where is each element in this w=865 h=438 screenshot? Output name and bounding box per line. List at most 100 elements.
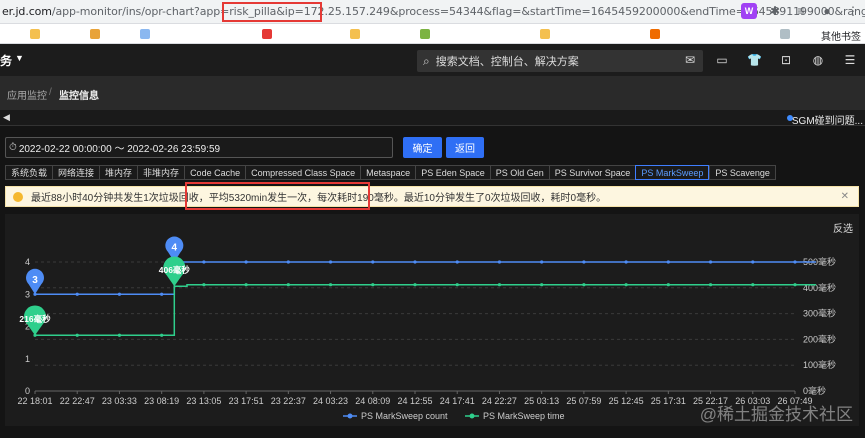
series-point: [202, 283, 206, 287]
tab-ps-marksweep[interactable]: PS MarkSweep: [635, 165, 710, 180]
extension-icon[interactable]: W: [741, 3, 757, 19]
bookmark-icon[interactable]: [650, 29, 660, 39]
series-point: [708, 283, 713, 287]
series-point: [793, 283, 797, 287]
tab-堆内存[interactable]: 堆内存: [99, 165, 138, 180]
confirm-button[interactable]: 确定: [403, 137, 442, 158]
tab-网络连接[interactable]: 网络连接: [52, 165, 100, 180]
main-content: ⏱ 2022-02-22 00:00:00 ～ 2022-02-26 23:59…: [0, 126, 865, 438]
series-point: [413, 283, 417, 287]
bookmark-icon[interactable]: [30, 29, 40, 39]
bookmarks-folder[interactable]: 其他书签: [821, 28, 861, 43]
series-point: [751, 260, 755, 264]
date-range-value: 2022-02-22 00:00:00 ～ 2022-02-26 23:59:5…: [18, 144, 221, 155]
shirt-icon[interactable]: 👕: [747, 53, 762, 67]
x-axis-tick-label: 22 22:47: [60, 396, 95, 406]
more-icon[interactable]: ⋮: [845, 3, 861, 19]
browser-url-bar[interactable]: er.jd.com/app-monitor/ins/opr-chart?app=…: [0, 0, 865, 24]
tab-code-cache[interactable]: Code Cache: [184, 165, 246, 180]
series-point: [455, 260, 459, 264]
search-input[interactable]: ⌕ 搜索文档、控制台、解决方案: [417, 50, 703, 72]
reverse-select-button[interactable]: 反选: [833, 220, 853, 235]
x-axis-tick-label: 24 03:23: [313, 396, 348, 406]
marker-label: 4: [172, 243, 178, 254]
alert-part-recent: 最近10分钟发生了0次垃圾回收，耗时0毫秒。: [403, 193, 607, 204]
bookmark-icon[interactable]: [262, 29, 272, 39]
breadcrumb-parent[interactable]: 应用监控: [7, 87, 47, 102]
notice-bar: ◀ SGM碰到问题...: [0, 110, 865, 127]
mail-icon[interactable]: ✉: [683, 53, 697, 67]
highlight-box-average: [185, 182, 370, 210]
marker-label: 406毫秒: [159, 265, 191, 275]
brand-title[interactable]: 务: [0, 52, 12, 69]
series-point: [666, 283, 670, 287]
x-axis-tick-label: 25 07:59: [566, 396, 601, 406]
series-point: [540, 283, 544, 287]
series-point: [244, 283, 248, 287]
url-text[interactable]: er.jd.com/app-monitor/ins/opr-chart?app=…: [0, 5, 865, 18]
gc-chart: 0毫秒100毫秒200毫秒300毫秒400毫秒500毫秒0123422 18:0…: [17, 236, 836, 421]
back-button[interactable]: 返回: [446, 137, 484, 158]
series-point: [371, 283, 375, 287]
monitor-icon[interactable]: ▭: [715, 53, 729, 67]
series-point: [624, 283, 628, 287]
tab-ps-old-gen[interactable]: PS Old Gen: [489, 165, 549, 180]
series-point: [497, 283, 502, 287]
right-axis-tick-label: 400毫秒: [803, 282, 836, 293]
tab-ps-scavenge[interactable]: PS Scavenge: [709, 165, 776, 180]
bookmark-icon[interactable]: [780, 29, 790, 39]
watermark: @稀土掘金技术社区: [699, 405, 853, 424]
legend-label: PS MarkSweep time: [483, 411, 565, 421]
series-line-count: [35, 261, 817, 296]
legend-marker: [347, 413, 353, 419]
left-axis-tick-label: 1: [25, 354, 30, 364]
tab-非堆内存[interactable]: 非堆内存: [137, 165, 185, 180]
close-icon[interactable]: ✕: [841, 191, 849, 202]
bookmark-icon[interactable]: [540, 29, 550, 39]
tab-ps-survivor-space[interactable]: PS Survivor Space: [548, 165, 636, 180]
x-axis-tick-label: 24 22:27: [482, 396, 517, 406]
caret-down-icon[interactable]: ▼: [15, 53, 24, 63]
series-point: [75, 333, 79, 337]
x-axis-tick-label: 25 17:31: [651, 396, 686, 406]
tab-metaspace[interactable]: Metaspace: [360, 165, 416, 180]
puzzle-icon[interactable]: ✱: [767, 3, 783, 19]
left-axis-tick-label: 3: [25, 289, 30, 299]
bookmark-icon[interactable]: [90, 29, 100, 39]
menu-icon[interactable]: ☰: [843, 53, 857, 67]
right-axis-tick-label: 0毫秒: [803, 385, 826, 396]
series-point: [202, 260, 206, 264]
series-point: [582, 260, 586, 264]
right-axis-tick-label: 100毫秒: [803, 359, 836, 370]
series-point: [582, 283, 586, 287]
globe-icon[interactable]: ◍: [811, 53, 825, 67]
legend-marker: [469, 413, 475, 419]
tab-系统负载[interactable]: 系统负载: [5, 165, 53, 180]
bookmark-list-icon[interactable]: ≡: [793, 3, 809, 19]
clock-icon: ⏱: [9, 142, 17, 153]
search-icon: ⌕: [423, 53, 430, 68]
profile-icon[interactable]: ●: [819, 3, 835, 19]
series-point: [540, 260, 544, 264]
bookmark-icon[interactable]: [420, 29, 430, 39]
bookmarks-bar: 其他书签: [0, 24, 865, 44]
breadcrumb-current: 监控信息: [59, 91, 99, 102]
marker-label: 216毫秒: [19, 314, 51, 324]
bookmark-icon[interactable]: [140, 29, 150, 39]
header-icons: ✉ ▭ 👕 ⊡ ◍ ☰: [683, 53, 857, 67]
series-line-time: [35, 283, 817, 337]
lock-icon[interactable]: ⊡: [779, 53, 793, 67]
notice-link[interactable]: SGM碰到问题...: [792, 112, 863, 127]
series-point: [751, 283, 755, 287]
series-point: [455, 283, 459, 287]
series-point: [624, 260, 628, 264]
bookmark-icon[interactable]: [350, 29, 360, 39]
app-header: 务 ▼ ⌕ 搜索文档、控制台、解决方案 ✉ ▭ 👕 ⊡ ◍ ☰: [0, 44, 865, 76]
tab-compressed-class-space[interactable]: Compressed Class Space: [245, 165, 361, 180]
highlight-box-ip: [222, 2, 322, 22]
date-range-picker[interactable]: ⏱ 2022-02-22 00:00:00 ～ 2022-02-26 23:59…: [5, 137, 393, 158]
gc-summary-alert: 最近88小时40分钟共发生1次垃圾回收，平均5320min发生一次，每次耗时19…: [5, 186, 859, 207]
tab-ps-eden-space[interactable]: PS Eden Space: [415, 165, 490, 180]
legend-label: PS MarkSweep count: [361, 411, 448, 421]
series-point: [75, 292, 79, 296]
